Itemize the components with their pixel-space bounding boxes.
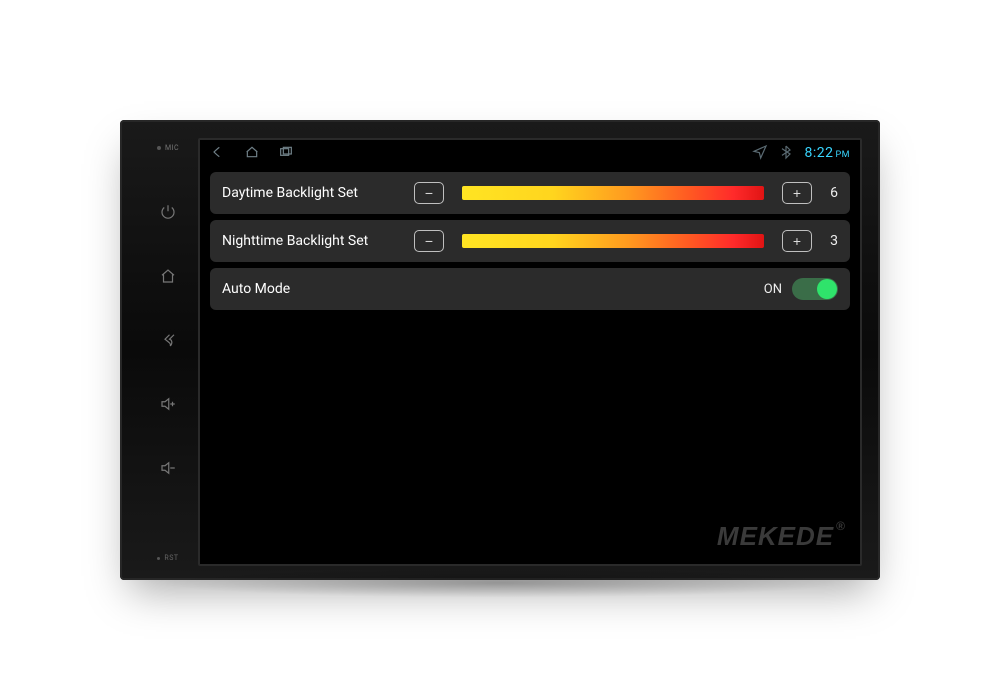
nav-back-soft[interactable] — [210, 144, 226, 163]
mic-indicator: MIC — [157, 144, 179, 152]
daytime-backlight-row: Daytime Backlight Set − + 6 — [210, 172, 850, 214]
home-button[interactable] — [156, 264, 180, 288]
clock-suffix: PM — [835, 150, 850, 160]
device-bezel: MIC RST — [120, 120, 880, 580]
daytime-label: Daytime Backlight Set — [222, 185, 402, 201]
clock-time: 8:22 — [804, 145, 833, 161]
daytime-increase-button[interactable]: + — [782, 182, 812, 204]
bluetooth-icon — [778, 144, 794, 160]
android-status-bar: 8:22PM — [200, 140, 860, 166]
daytime-decrease-button[interactable]: − — [414, 182, 444, 204]
reset-hole[interactable]: RST — [157, 554, 178, 562]
bluetooth-indicator — [778, 144, 794, 163]
nighttime-value: 3 — [824, 233, 838, 249]
daytime-value: 6 — [824, 185, 838, 201]
brand-text: MEKEDE — [717, 521, 834, 551]
home-outline-icon — [244, 144, 260, 160]
nighttime-slider[interactable] — [462, 234, 764, 248]
auto-mode-toggle[interactable] — [792, 278, 838, 300]
home-icon — [159, 267, 177, 285]
nav-home-soft[interactable] — [244, 144, 260, 163]
reset-label: RST — [164, 554, 178, 562]
recent-apps-icon — [278, 144, 294, 160]
back-arrow-icon — [210, 144, 226, 160]
brand-watermark: MEKEDE® — [717, 521, 844, 552]
nighttime-backlight-row: Nighttime Backlight Set − + 3 — [210, 220, 850, 262]
volume-up-icon — [159, 395, 177, 413]
volume-up-button[interactable] — [156, 392, 180, 416]
hardware-button-column: MIC RST — [138, 138, 198, 566]
daytime-slider[interactable] — [462, 186, 764, 200]
power-button[interactable] — [156, 200, 180, 224]
nighttime-increase-button[interactable]: + — [782, 230, 812, 252]
back-icon — [159, 331, 177, 349]
settings-panel: Daytime Backlight Set − + 6 Nighttime Ba… — [200, 166, 860, 564]
auto-mode-label: Auto Mode — [222, 281, 290, 297]
nighttime-label: Nighttime Backlight Set — [222, 233, 402, 249]
screen: 8:22PM Daytime Backlight Set − + 6 Night… — [198, 138, 862, 566]
volume-down-icon — [159, 459, 177, 477]
nighttime-decrease-button[interactable]: − — [414, 230, 444, 252]
back-button[interactable] — [156, 328, 180, 352]
power-icon — [159, 203, 177, 221]
brand-mark: ® — [836, 519, 846, 533]
status-clock: 8:22PM — [804, 145, 850, 161]
nav-recent-soft[interactable] — [278, 144, 294, 163]
auto-mode-row: Auto Mode ON — [210, 268, 850, 310]
auto-mode-state: ON — [764, 282, 782, 297]
location-indicator — [752, 144, 768, 163]
volume-down-button[interactable] — [156, 456, 180, 480]
mic-label: MIC — [165, 144, 179, 152]
location-icon — [752, 144, 768, 160]
